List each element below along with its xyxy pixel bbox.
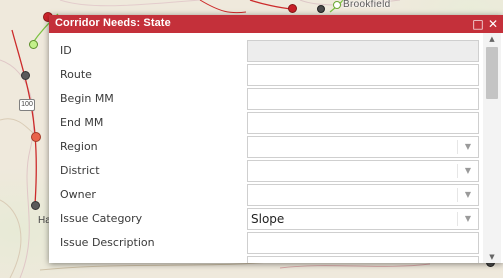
region-select[interactable]: ▼ bbox=[247, 136, 479, 158]
next-field-partial[interactable] bbox=[247, 256, 479, 263]
form-row-district: District ▼ bbox=[49, 160, 481, 184]
dialog-scrollbar[interactable]: ▲ ▼ bbox=[483, 33, 501, 263]
scrollbar-thumb[interactable] bbox=[486, 47, 498, 99]
map-marker-red[interactable] bbox=[31, 132, 41, 142]
field-label: End MM bbox=[60, 116, 104, 129]
dialog-titlebar[interactable]: Corridor Needs: State □ ✕ bbox=[49, 15, 503, 33]
district-select[interactable]: ▼ bbox=[247, 160, 479, 182]
form-row-partial bbox=[49, 256, 481, 263]
form-row-issue-description: Issue Description bbox=[49, 232, 481, 256]
end-mm-field[interactable] bbox=[247, 112, 479, 134]
field-label: Issue Description bbox=[60, 236, 155, 249]
field-label: Begin MM bbox=[60, 92, 114, 105]
form-row-begin-mm: Begin MM bbox=[49, 88, 481, 112]
map-marker-green[interactable] bbox=[333, 1, 341, 9]
scroll-down-icon[interactable]: ▼ bbox=[483, 251, 501, 263]
map-marker-grey[interactable] bbox=[21, 71, 30, 80]
map-marker-grey[interactable] bbox=[317, 5, 325, 13]
dropdown-arrow-icon[interactable]: ▼ bbox=[458, 209, 478, 229]
dropdown-arrow-icon[interactable]: ▼ bbox=[458, 185, 478, 205]
select-value: Slope bbox=[251, 212, 285, 226]
form-row-region: Region ▼ bbox=[49, 136, 481, 160]
form-row-issue-category: Issue Category Slope ▼ bbox=[49, 208, 481, 232]
form-row-route: Route bbox=[49, 64, 481, 88]
dialog-form: ID Route Begin MM End MM Region ▼ Distri… bbox=[49, 33, 503, 263]
issue-description-field[interactable] bbox=[247, 232, 479, 254]
field-label: Route bbox=[60, 68, 92, 81]
corridor-needs-dialog[interactable]: Corridor Needs: State □ ✕ ID Route Begin… bbox=[49, 15, 503, 263]
id-field bbox=[247, 40, 479, 62]
begin-mm-field[interactable] bbox=[247, 88, 479, 110]
route-shield: 100 bbox=[19, 99, 35, 111]
dialog-title: Corridor Needs: State bbox=[55, 17, 171, 29]
field-label: Issue Category bbox=[60, 212, 143, 225]
field-label: District bbox=[60, 164, 100, 177]
map-marker-green[interactable] bbox=[29, 40, 38, 49]
town-label: Brookfield bbox=[343, 0, 391, 10]
issue-category-select[interactable]: Slope ▼ bbox=[247, 208, 479, 230]
form-row-id: ID bbox=[49, 40, 481, 64]
map-marker-grey[interactable] bbox=[31, 201, 40, 210]
maximize-icon[interactable]: □ bbox=[472, 16, 484, 32]
form-row-owner: Owner ▼ bbox=[49, 184, 481, 208]
field-label: ID bbox=[60, 44, 72, 57]
dropdown-arrow-icon[interactable]: ▼ bbox=[458, 161, 478, 181]
owner-select[interactable]: ▼ bbox=[247, 184, 479, 206]
field-label: Owner bbox=[60, 188, 96, 201]
route-field[interactable] bbox=[247, 64, 479, 86]
form-row-end-mm: End MM bbox=[49, 112, 481, 136]
scroll-up-icon[interactable]: ▲ bbox=[483, 33, 501, 45]
field-label: Region bbox=[60, 140, 98, 153]
map-marker-red[interactable] bbox=[288, 4, 297, 13]
close-icon[interactable]: ✕ bbox=[487, 16, 499, 32]
dropdown-arrow-icon[interactable]: ▼ bbox=[458, 137, 478, 157]
